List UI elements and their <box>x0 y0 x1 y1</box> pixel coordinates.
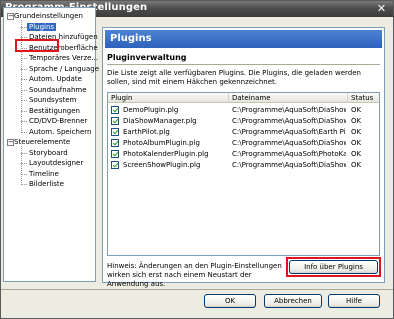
plugin-name: EarthPilot.plg <box>123 128 170 136</box>
plugin-status: OK <box>351 150 362 158</box>
selected-item-highlight <box>15 39 59 52</box>
settings-window: Programm-Einstellungen ✕ −Grundeinstellu… <box>0 0 394 319</box>
section-divider <box>107 64 380 65</box>
tree-item[interactable]: Bestätigungen <box>29 106 80 116</box>
list-header: Plugin Dateiname Status <box>108 93 379 103</box>
tree-item[interactable]: Sprache / Language <box>29 64 99 74</box>
tree-connector <box>21 131 27 133</box>
plugin-enabled-checkbox[interactable] <box>111 106 119 114</box>
tree-item-label: Plugins <box>27 22 57 31</box>
tree-item-label: Bilderliste <box>29 180 64 188</box>
plugin-enabled-checkbox[interactable] <box>111 150 119 158</box>
tree-item-label: Bestätigungen <box>29 106 80 115</box>
tree-connector <box>21 184 27 185</box>
panel-header: Plugins <box>105 30 382 48</box>
footer-divider <box>1 289 393 290</box>
tree-item-label: Sprache / Language <box>29 64 99 73</box>
plugin-filename: C:\Programme\AquaSoft\DiaShow 7 ... <box>232 139 346 147</box>
tree-connector <box>21 121 27 122</box>
tree-expand-toggle-icon[interactable]: − <box>7 138 14 146</box>
panel-description: Die Liste zeigt alle verfügbaren Plugins… <box>107 69 361 86</box>
plugin-enabled-checkbox[interactable] <box>111 128 119 136</box>
plugin-filename: C:\Programme\AquaSoft\PhotoKalen... <box>232 150 346 158</box>
column-header-plugin[interactable]: Plugin <box>108 93 229 103</box>
tree-item-label: Temporäres Verze... <box>29 54 99 62</box>
column-header-status[interactable]: Status <box>348 93 379 103</box>
tree-item[interactable]: CD/DVD-Brenner <box>29 116 87 126</box>
tree-connector <box>21 152 27 154</box>
tree-group[interactable]: Grundeinstellungen <box>14 11 83 21</box>
plugin-enabled-checkbox[interactable] <box>111 161 119 169</box>
tree-item[interactable]: Bilderliste <box>29 179 64 189</box>
info-button-highlight <box>286 257 381 277</box>
tree-item[interactable]: Plugins <box>27 22 57 32</box>
tree-group[interactable]: Steuerelemente <box>14 137 70 147</box>
tree-item[interactable]: Autom. Update <box>29 74 82 84</box>
tree-item[interactable]: Soundaufnahme <box>29 85 87 95</box>
ok-button[interactable]: OK <box>204 294 256 308</box>
tree-item-label: CD/DVD-Brenner <box>29 117 88 125</box>
plugin-status: OK <box>351 117 362 125</box>
tree-group-label: Grundeinstellungen <box>14 12 83 20</box>
tree-connector <box>21 79 27 80</box>
tree-item-label: Autom. Speichern <box>29 127 92 136</box>
plugin-row[interactable]: ScreenShowPlugin.plg C:\Programme\AquaSof… <box>108 160 379 170</box>
tree-item[interactable]: Soundsystem <box>29 95 76 105</box>
tree-item-label: Soundaufnahme <box>29 85 87 94</box>
plugin-name: ScreenShowPlugin.plg <box>123 161 201 169</box>
cancel-button[interactable]: Abbrechen <box>264 294 322 308</box>
tree-item[interactable]: Storyboard <box>29 148 68 158</box>
tree-connector <box>21 37 27 38</box>
plugin-name: DemoPlugin.plg <box>123 106 179 114</box>
tree-connector <box>21 110 27 112</box>
plugin-filename: C:\Programme\AquaSoft\DiaShow 7 ... <box>232 161 346 169</box>
tree-item[interactable]: Timeline <box>29 169 59 179</box>
plugin-filename: C:\Programme\AquaSoft\Earth Pilot\... <box>232 128 346 136</box>
plugin-row[interactable]: DiaShowManager.plg C:\Programme\AquaSoft\… <box>108 116 379 126</box>
tree-item-label: Layoutdesigner <box>29 159 84 167</box>
plugin-name: PhotoKalenderPlugin.plg <box>123 150 209 158</box>
plugin-filename: C:\Programme\AquaSoft\DiaShow 7 ... <box>232 106 346 114</box>
plugins-panel: Plugins Pluginverwaltung Die Liste zeigt… <box>102 27 385 288</box>
tree-expand-toggle-icon[interactable]: − <box>7 12 14 20</box>
plugin-filename: C:\Programme\AquaSoft\DiaShow 7 ... <box>232 117 346 125</box>
plugin-status: OK <box>351 161 362 169</box>
plugin-status: OK <box>351 128 362 136</box>
restart-hint: Hinweis: Änderungen an den Plugin-Einste… <box>107 262 282 288</box>
tree-item[interactable]: Temporäres Verze... <box>29 53 98 63</box>
tree-connector <box>21 58 27 59</box>
plugin-list[interactable]: Plugin Dateiname Status DemoPlugin.plg C:… <box>107 92 380 256</box>
tree-connector <box>21 163 27 164</box>
tree-item-label: Timeline <box>29 169 59 178</box>
plugin-row[interactable]: PhotoAlbumPlugin.plg C:\Programme\AquaSof… <box>108 138 379 148</box>
tree-item-label: Autom. Update <box>29 75 82 83</box>
tree-connector <box>21 100 27 101</box>
tree-connector <box>21 89 27 91</box>
close-icon[interactable]: ✕ <box>375 2 388 15</box>
tree-connector <box>21 173 27 175</box>
column-header-filename[interactable]: Dateiname <box>229 93 348 103</box>
tree-item[interactable]: Layoutdesigner <box>29 158 83 168</box>
section-title: Pluginverwaltung <box>107 53 187 62</box>
plugin-row[interactable]: EarthPilot.plg C:\Programme\AquaSoft\Eart… <box>108 127 379 137</box>
plugin-enabled-checkbox[interactable] <box>111 117 119 125</box>
plugin-enabled-checkbox[interactable] <box>111 139 119 147</box>
plugin-name: DiaShowManager.plg <box>123 117 197 125</box>
tree-item-label: Storyboard <box>29 148 68 157</box>
plugin-row[interactable]: DemoPlugin.plg C:\Programme\AquaSoft\DiaS… <box>108 105 379 115</box>
plugin-status: OK <box>351 106 362 114</box>
tree-group-label: Steuerelemente <box>14 138 71 146</box>
plugin-row[interactable]: PhotoKalenderPlugin.plg C:\Programme\Aqua… <box>108 149 379 159</box>
tree-item[interactable]: Autom. Speichern <box>29 127 91 137</box>
help-button[interactable]: Hilfe <box>328 294 380 308</box>
plugin-status: OK <box>351 139 362 147</box>
tree-item-label: Soundsystem <box>29 96 77 104</box>
plugin-name: PhotoAlbumPlugin.plg <box>123 139 200 147</box>
tree-connector <box>21 68 27 70</box>
